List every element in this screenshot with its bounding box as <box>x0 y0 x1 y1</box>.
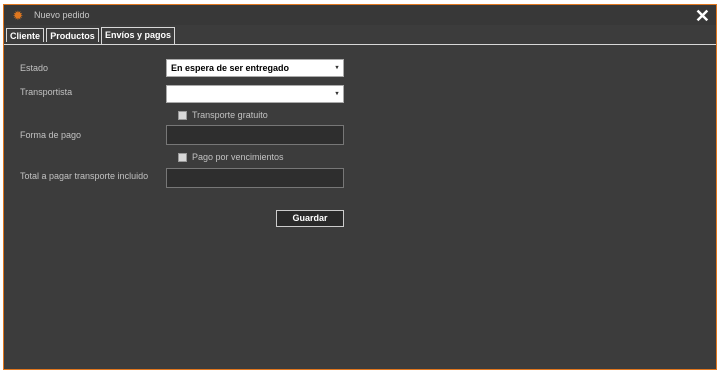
pago-por-vencimientos-label: Pago por vencimientos <box>192 152 284 162</box>
save-button[interactable]: Guardar <box>276 210 344 227</box>
transportista-label: Transportista <box>20 87 73 97</box>
transporte-gratuito-label: Transporte gratuito <box>192 110 268 120</box>
estado-label: Estado <box>20 63 49 73</box>
transportista-select[interactable]: ▾ <box>166 85 344 103</box>
transporte-gratuito-checkbox[interactable] <box>178 111 187 120</box>
tab-envios-y-pagos[interactable]: Envíos y pagos <box>101 27 175 44</box>
total-transporte-field[interactable] <box>166 168 344 188</box>
close-icon[interactable]: ✕ <box>695 6 710 26</box>
chevron-down-icon: ▾ <box>335 91 339 97</box>
total-transporte-label: Total a pagar transporte incluido <box>20 171 149 181</box>
estado-value: En espera de ser entregado <box>171 63 290 73</box>
sun-icon: ✹ <box>12 8 24 23</box>
forma-de-pago-field[interactable] <box>166 125 344 145</box>
estado-select[interactable]: En espera de ser entregado ▾ <box>166 59 344 77</box>
chevron-down-icon: ▾ <box>335 65 339 71</box>
window-title: Nuevo pedido <box>34 10 90 20</box>
forma-de-pago-label: Forma de pago <box>20 130 82 140</box>
pago-por-vencimientos-checkbox[interactable] <box>178 153 187 162</box>
tab-bar: Cliente Productos Envíos y pagos <box>4 26 716 45</box>
tab-productos[interactable]: Productos <box>46 28 99 42</box>
tab-cliente[interactable]: Cliente <box>6 28 44 42</box>
new-order-dialog: ✹ Nuevo pedido ✕ Cliente Productos Envío… <box>3 4 717 370</box>
title-bar: ✹ Nuevo pedido ✕ <box>4 5 716 26</box>
